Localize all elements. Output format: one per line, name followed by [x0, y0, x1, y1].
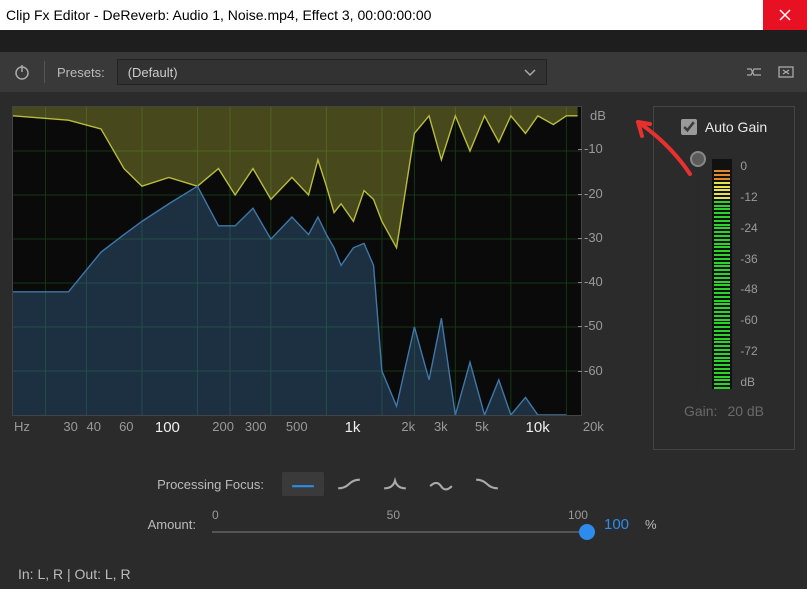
focus-high-shelf-button[interactable] [466, 472, 508, 496]
x-axis: Hz 3040601002003005001k2k3k5k10k20k [12, 416, 643, 450]
chevron-down-icon [524, 65, 536, 80]
io-info: In: L, R | Out: L, R [0, 550, 807, 582]
slider-thumb[interactable] [579, 524, 595, 540]
preset-value: (Default) [128, 65, 178, 80]
amount-label: Amount: [124, 517, 196, 532]
window-titlebar: Clip Fx Editor - DeReverb: Audio 1, Nois… [0, 0, 807, 30]
gain-slider[interactable] [690, 159, 704, 389]
presets-label: Presets: [57, 65, 105, 80]
toolbar: Presets: (Default) [0, 52, 807, 92]
trash-icon[interactable] [777, 63, 795, 81]
focus-flat-button[interactable] [282, 472, 324, 496]
processing-focus-label: Processing Focus: [124, 477, 264, 492]
level-meter [712, 159, 732, 389]
focus-bell-wide-button[interactable] [420, 472, 462, 496]
y-axis: dB -10-20-30-40-50-60 [582, 106, 622, 416]
gain-readout: Gain: 20 dB [684, 403, 764, 419]
amount-value: 100 [604, 516, 629, 533]
routing-icon[interactable] [745, 63, 763, 81]
gain-panel: Auto Gain 0-12-24-36-48-60-72dB Gain: 20… [653, 106, 795, 450]
focus-low-shelf-button[interactable] [328, 472, 370, 496]
x-axis-unit: Hz [12, 419, 38, 434]
separator [44, 61, 45, 83]
auto-gain-checkbox[interactable]: Auto Gain [681, 119, 767, 135]
processing-focus-buttons [282, 472, 508, 496]
spectrum-chart: dB -10-20-30-40-50-60 Hz 304060100200300… [12, 106, 643, 450]
preset-dropdown[interactable]: (Default) [117, 59, 547, 85]
amount-slider[interactable]: 050100 [212, 512, 588, 536]
auto-gain-label: Auto Gain [705, 119, 767, 135]
amount-unit: % [645, 517, 657, 532]
meter-scale: 0-12-24-36-48-60-72dB [740, 159, 757, 389]
y-axis-unit: dB [590, 108, 606, 123]
power-icon[interactable] [12, 62, 32, 82]
focus-bell-narrow-button[interactable] [374, 472, 416, 496]
window-title: Clip Fx Editor - DeReverb: Audio 1, Nois… [6, 7, 431, 23]
window-close-button[interactable] [763, 0, 807, 30]
chart-area[interactable] [12, 106, 582, 416]
slider-thumb[interactable] [690, 151, 706, 167]
